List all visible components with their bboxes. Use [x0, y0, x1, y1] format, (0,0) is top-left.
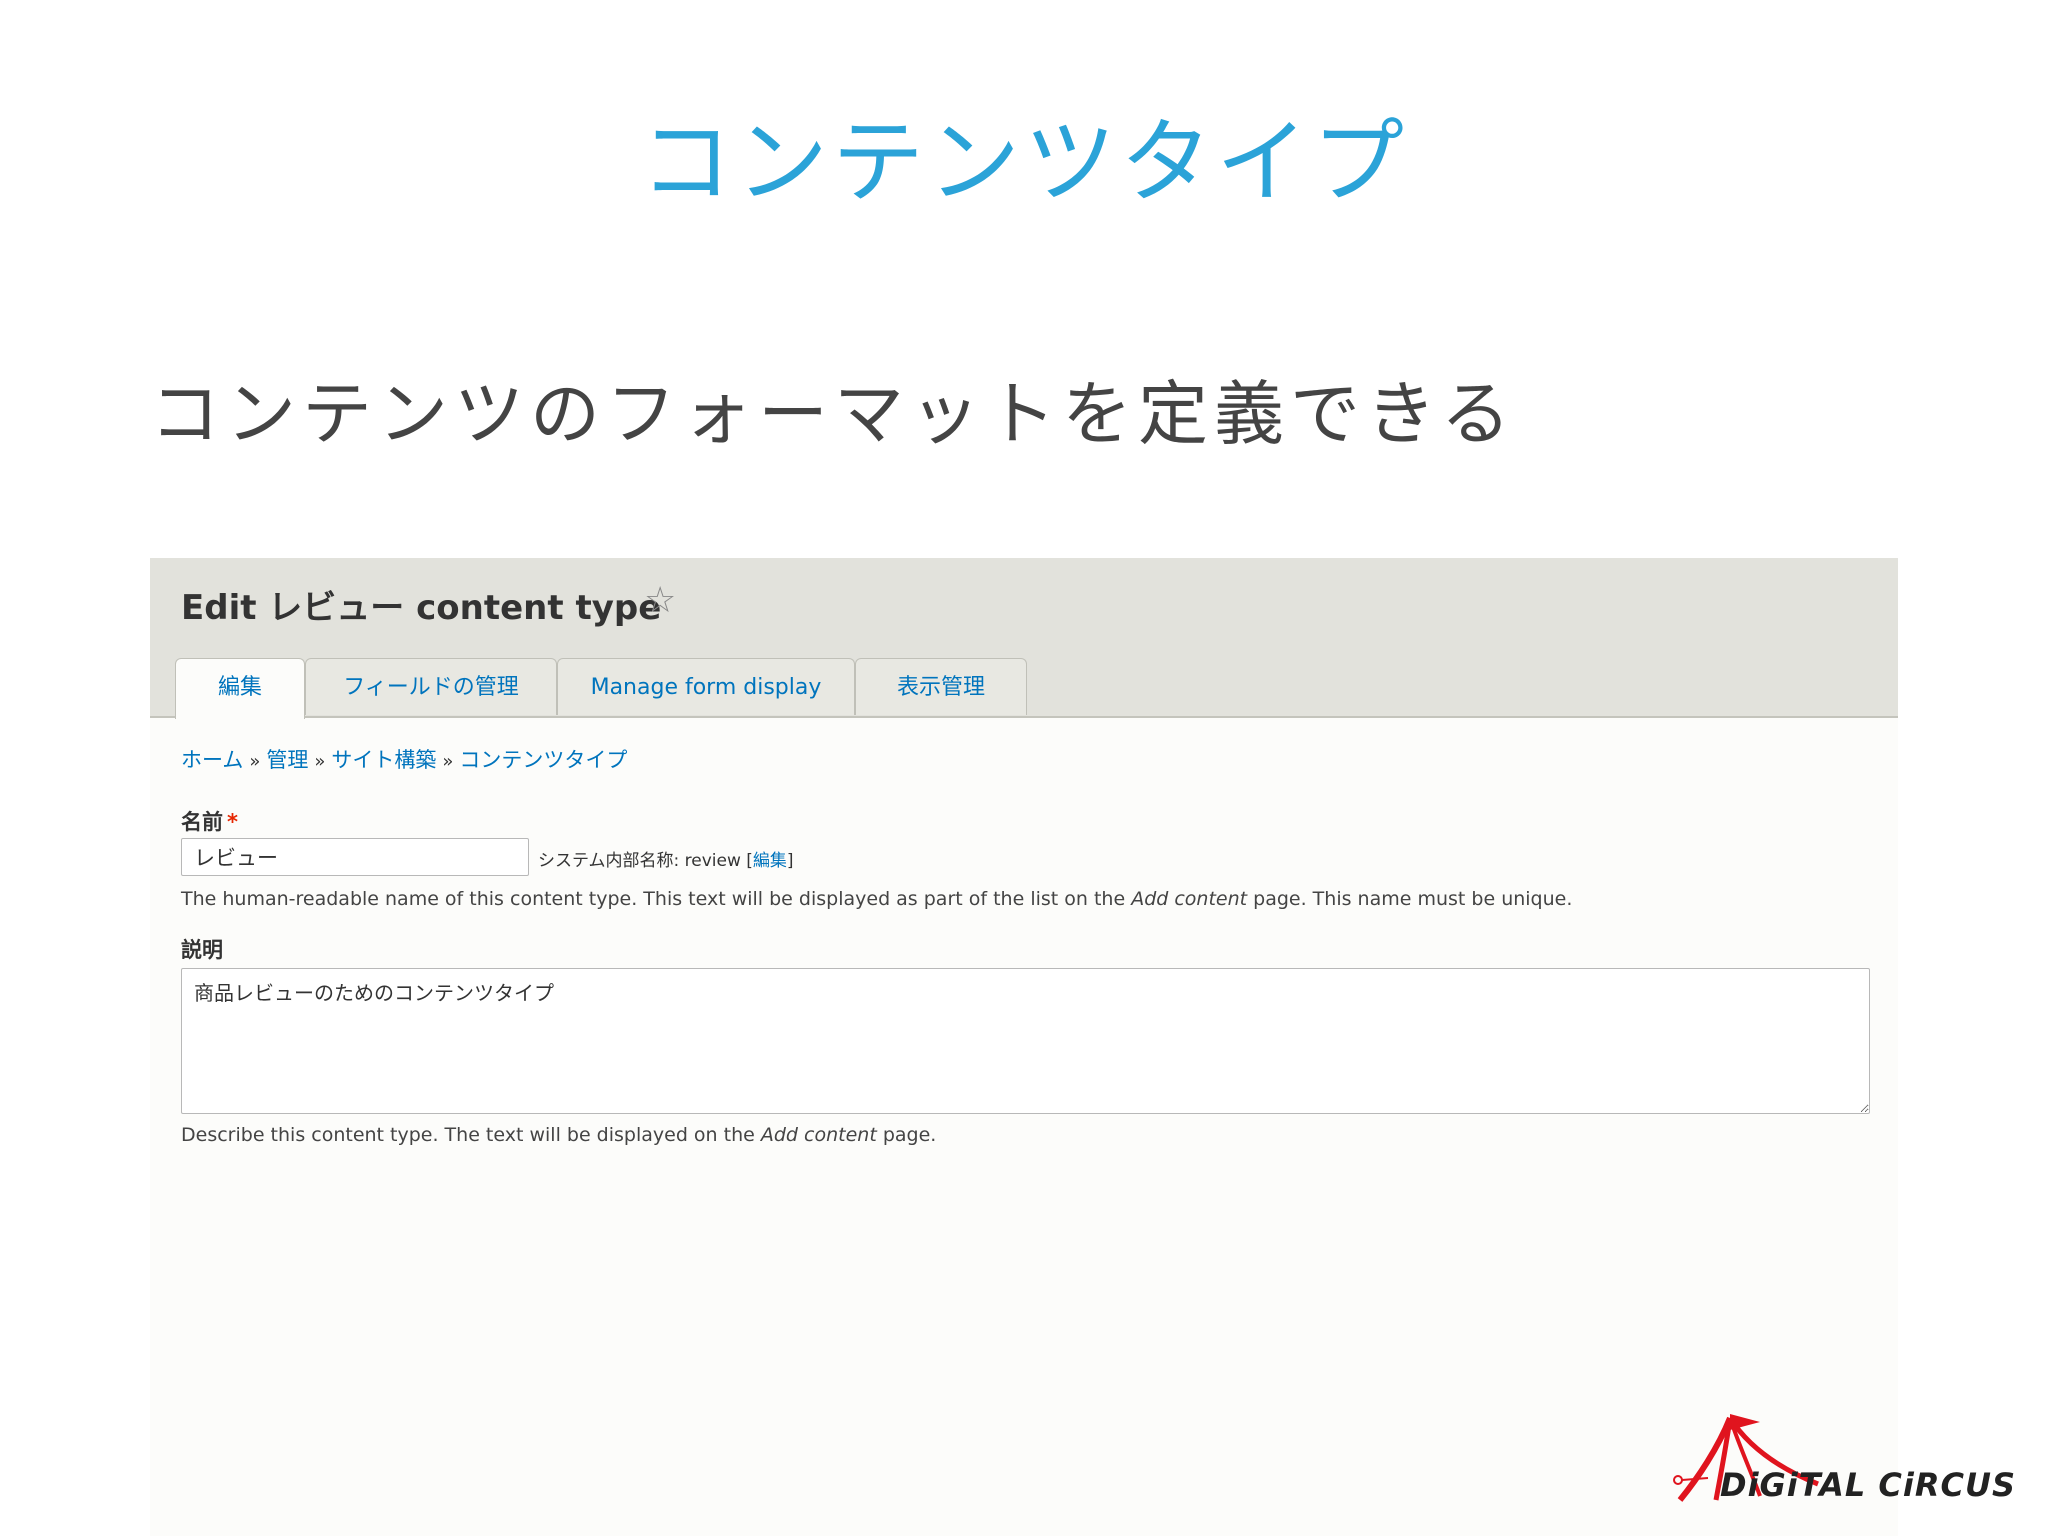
breadcrumb-separator: »: [249, 751, 261, 772]
breadcrumb-separator: »: [442, 751, 454, 772]
tab-manage-fields[interactable]: フィールドの管理: [305, 658, 557, 715]
digital-circus-logo: DiGiTAL CiRCUS: [1668, 1408, 2015, 1508]
description-help-italic: Add content: [760, 1124, 877, 1146]
name-help-after: page. This name must be unique.: [1247, 888, 1573, 910]
name-input[interactable]: [181, 838, 529, 876]
machine-name-prefix: システム内部名称: review [: [538, 851, 753, 871]
slide-title: コンテンツタイプ: [639, 109, 1408, 216]
name-help-before: The human-readable name of this content …: [181, 888, 1132, 910]
description-textarea[interactable]: 商品レビューのためのコンテンツタイプ: [181, 968, 1870, 1114]
page-header: Edit レビュー content type ☆ 編集 フィールドの管理 Man…: [150, 558, 1898, 719]
description-label: 説明: [181, 938, 223, 962]
admin-screenshot: Edit レビュー content type ☆ 編集 フィールドの管理 Man…: [150, 558, 1898, 1536]
machine-name-edit-link[interactable]: 編集: [753, 851, 787, 871]
logo-text: DiGiTAL CiRCUS: [1720, 1466, 2017, 1504]
slide-subtitle: コンテンツのフォーマットを定義できる: [150, 373, 1517, 455]
breadcrumb-structure[interactable]: サイト構築: [331, 748, 436, 772]
name-help-italic: Add content: [1131, 888, 1248, 910]
breadcrumb-content-types[interactable]: コンテンツタイプ: [459, 748, 627, 772]
breadcrumb-admin[interactable]: 管理: [266, 748, 308, 772]
name-help-text: The human-readable name of this content …: [181, 888, 1572, 910]
machine-name-suffix: ]: [786, 851, 794, 871]
breadcrumb: ホーム» 管理» サイト構築» コンテンツタイプ: [181, 744, 627, 774]
description-help-text: Describe this content type. The text wil…: [181, 1124, 936, 1146]
breadcrumb-separator: »: [314, 751, 326, 772]
description-help-after: page.: [876, 1124, 937, 1146]
tab-edit[interactable]: 編集: [175, 658, 305, 719]
name-label: 名前 *: [181, 806, 238, 836]
name-label-text: 名前: [181, 810, 223, 834]
description-help-before: Describe this content type. The text wil…: [181, 1124, 761, 1146]
tab-manage-display[interactable]: 表示管理: [855, 658, 1027, 715]
page-title: Edit レビュー content type: [181, 588, 662, 628]
star-icon[interactable]: ☆: [644, 580, 676, 621]
tab-manage-form-display[interactable]: Manage form display: [557, 658, 855, 715]
breadcrumb-home[interactable]: ホーム: [181, 748, 243, 772]
required-marker: *: [227, 810, 238, 834]
machine-name: システム内部名称: review [編集]: [538, 846, 794, 871]
